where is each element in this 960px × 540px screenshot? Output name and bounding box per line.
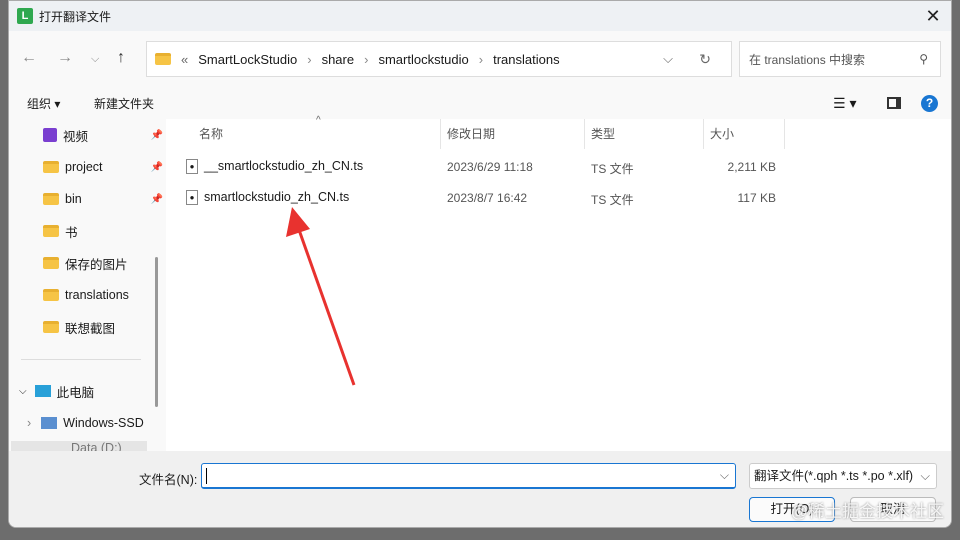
sidebar-item-label: Windows-SSD [63, 416, 144, 430]
column-header-name[interactable]: 名称 [199, 125, 223, 142]
sidebar-item-label: translations [65, 288, 129, 302]
sidebar-item-label: 此电脑 [56, 385, 95, 400]
chevron-right-icon[interactable]: › [27, 416, 31, 430]
video-icon [43, 128, 57, 142]
sidebar-item-windows-ssd[interactable]: › Windows-SSD [27, 411, 149, 435]
toolbar: 组织 ▾ 新建文件夹 ☰ ▾ ? [9, 89, 951, 117]
column-divider [584, 119, 585, 149]
file-date: 2023/8/7 16:42 [447, 191, 528, 205]
view-menu-icon[interactable]: ☰ ▾ [833, 95, 856, 112]
new-folder-button[interactable]: 新建文件夹 [94, 95, 154, 112]
column-header-size[interactable]: 大小 [710, 125, 734, 142]
window-title: 打开翻译文件 [39, 9, 112, 24]
preview-pane-icon[interactable] [887, 97, 901, 109]
sidebar-item-label: 书 [65, 225, 78, 240]
sidebar-item-this-pc[interactable]: ⌵ 此电脑 [19, 379, 141, 403]
file-name: smartlockstudio_zh_CN.ts [204, 190, 350, 204]
sidebar-item-label: project [65, 160, 103, 174]
column-divider [703, 119, 704, 149]
drive-icon [41, 417, 58, 429]
column-divider [784, 119, 785, 149]
file-size: 2,211 KB [727, 160, 776, 174]
title-bar: L 打开翻译文件 [9, 1, 951, 31]
open-file-dialog: L 打开翻译文件 ✕ ← → ⌵ ↑ « SmartLockStudio › sh… [8, 0, 952, 528]
chevron-down-icon[interactable]: ⌵ [663, 51, 673, 67]
chevron-down-icon: ⌵ [920, 469, 930, 483]
sidebar-item-translations[interactable]: translations [43, 283, 165, 307]
sidebar-item-saved-pictures[interactable]: 保存的图片 [43, 251, 165, 275]
sidebar-item-label: Data (D:) [71, 441, 122, 451]
close-button[interactable]: ✕ [921, 5, 945, 27]
folder-icon [155, 53, 171, 65]
breadcrumb-item[interactable]: share [322, 52, 355, 67]
column-header-date[interactable]: 修改日期 [447, 125, 495, 142]
folder-icon [43, 289, 59, 301]
annotation-arrow [286, 207, 356, 386]
file-type-select[interactable]: 翻译文件(*.qph *.ts *.po *.xlf) ⌵ [749, 463, 937, 489]
watermark: @稀土掘金技术社区 [790, 502, 944, 521]
sort-ascending-icon: ^ [316, 115, 321, 126]
column-divider [440, 119, 441, 149]
up-icon[interactable]: ↑ [117, 49, 125, 67]
sidebar-item-label: 联想截图 [65, 321, 116, 336]
breadcrumb-item[interactable]: smartlockstudio [378, 52, 468, 67]
navigation-bar: ← → ⌵ ↑ « SmartLockStudio › share › smartl… [9, 41, 951, 79]
search-icon: ⚲ [919, 52, 928, 66]
back-icon[interactable]: ← [21, 49, 37, 67]
pin-icon: 📌 [150, 161, 163, 173]
file-type-value: 翻译文件(*.qph *.ts *.po *.xlf) [754, 469, 914, 483]
file-size: 117 KB [737, 191, 776, 205]
folder-icon [43, 161, 59, 173]
sidebar-item-label: bin [65, 192, 82, 206]
folder-icon [43, 321, 59, 333]
organize-label: 组织 [27, 96, 52, 111]
file-date: 2023/6/29 11:18 [447, 160, 533, 174]
filename-label: 文件名(N): [139, 473, 198, 487]
breadcrumb-item[interactable]: SmartLockStudio [198, 52, 297, 67]
refresh-icon[interactable]: ↻ [699, 51, 711, 68]
file-list: ^ 名称 修改日期 类型 大小 ● __smartlockstudio_zh_CN… [166, 115, 951, 451]
folder-icon [43, 257, 59, 269]
file-type: TS 文件 [591, 193, 634, 207]
sidebar-item-label: 视频 [63, 129, 89, 144]
search-placeholder: 在 translations 中搜索 [749, 52, 866, 67]
organize-button[interactable]: 组织 ▾ [27, 95, 60, 112]
folder-icon [43, 193, 59, 205]
pin-icon: 📌 [150, 129, 163, 141]
sidebar-item-bin[interactable]: bin 📌 [43, 187, 165, 211]
sidebar-item-project[interactable]: project 📌 [43, 155, 165, 179]
file-row[interactable]: ● __smartlockstudio_zh_CN.ts [186, 154, 363, 178]
app-logo-icon: L [17, 8, 33, 24]
computer-icon [34, 385, 51, 397]
forward-icon[interactable]: → [57, 49, 73, 67]
breadcrumb-item[interactable]: translations [493, 52, 559, 67]
filename-input[interactable]: ⌵ [201, 463, 736, 489]
sidebar-item-data-drive[interactable]: Data (D:) [11, 441, 147, 451]
pin-icon: 📌 [150, 193, 163, 205]
chevron-down-icon[interactable]: ⌵ [19, 386, 27, 397]
address-bar[interactable]: « SmartLockStudio › share › smartlockstudi… [146, 41, 732, 77]
recent-chevron-icon[interactable]: ⌵ [91, 53, 99, 66]
column-header-type[interactable]: 类型 [591, 125, 615, 142]
help-icon[interactable]: ? [921, 94, 938, 112]
sidebar-scrollbar[interactable] [155, 257, 158, 407]
sidebar-item-label: 保存的图片 [65, 257, 128, 272]
divider [21, 359, 141, 360]
overflow-icon: « [181, 51, 189, 67]
sidebar-item-lenovo-screenshots[interactable]: 联想截图 [43, 315, 165, 339]
sidebar-item-books[interactable]: 书 [43, 219, 165, 243]
file-type: TS 文件 [591, 162, 634, 176]
sidebar: 视频 📌 project 📌 bin 📌 书 保存的图片 translations 联… [9, 119, 163, 451]
file-name: __smartlockstudio_zh_CN.ts [204, 159, 364, 173]
sidebar-item-videos[interactable]: 视频 📌 [43, 123, 165, 147]
text-cursor [206, 468, 207, 484]
search-input[interactable]: 在 translations 中搜索 ⚲ [739, 41, 941, 77]
chevron-down-icon[interactable]: ⌵ [720, 468, 729, 483]
folder-icon [43, 225, 59, 237]
ts-file-icon: ● [186, 189, 198, 205]
ts-file-icon: ● [186, 158, 198, 174]
